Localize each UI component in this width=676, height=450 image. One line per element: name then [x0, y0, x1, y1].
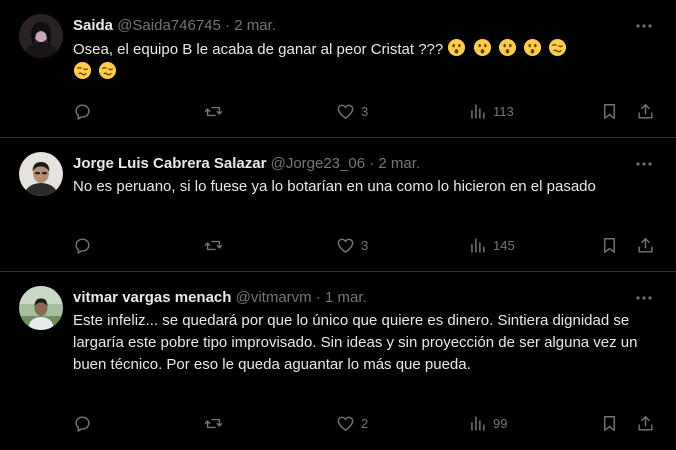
emoji-row: [73, 61, 119, 81]
reply-icon: [75, 103, 90, 120]
tweet-date[interactable]: 2 mar.: [234, 17, 276, 34]
avatar[interactable]: [19, 152, 63, 196]
tweet-text: No es peruano, si lo fuese ya lo botaría…: [73, 178, 596, 195]
view-count: 145: [493, 237, 515, 253]
woozy-face-emoji-icon: [549, 38, 567, 57]
tweet-date[interactable]: 1 mar.: [325, 289, 367, 306]
tweet-header: vitmar vargas menach @vitmarvm · 1 mar.: [73, 287, 636, 309]
repost-button[interactable]: [204, 235, 223, 255]
tweet-text: Osea, el equipo B le acaba de ganar al p…: [73, 38, 658, 84]
repost-button[interactable]: [204, 413, 223, 433]
avatar[interactable]: [19, 14, 63, 58]
more-options-icon[interactable]: [634, 18, 654, 34]
emoji-row: [447, 38, 569, 58]
repost-icon: [204, 240, 223, 250]
replies-feed: Saida @Saida746745 · 2 mar. Osea, el equ…: [0, 0, 676, 450]
astonished-face-emoji-icon: [498, 38, 516, 57]
like-button[interactable]: 3: [336, 101, 368, 121]
tweet-header: Saida @Saida746745 · 2 mar.: [73, 15, 636, 37]
like-count: 2: [361, 415, 369, 431]
reply-icon: [75, 415, 90, 432]
reply-button[interactable]: [73, 413, 92, 433]
tweet-header: Jorge Luis Cabrera Salazar @Jorge23_06 ·…: [73, 153, 636, 175]
views-button[interactable]: 99: [468, 413, 507, 433]
share-icon: [638, 103, 653, 119]
author-name[interactable]: Jorge Luis Cabrera Salazar: [73, 155, 266, 172]
tweet-date[interactable]: 2 mar.: [378, 155, 420, 172]
views-chart-icon: [471, 237, 485, 253]
reply-icon: [75, 237, 90, 254]
views-button[interactable]: 113: [468, 101, 514, 121]
author-handle[interactable]: @Saida746745: [117, 17, 221, 34]
bookmark-icon: [604, 415, 615, 431]
separator: ·: [369, 155, 375, 172]
share-button[interactable]: [636, 101, 655, 121]
view-count: 99: [493, 415, 508, 431]
like-count: 3: [361, 103, 369, 119]
share-button[interactable]: [636, 413, 655, 433]
like-count: 3: [361, 237, 369, 253]
share-icon: [638, 415, 653, 431]
astonished-face-emoji-icon: [473, 38, 491, 57]
share-icon: [638, 237, 653, 253]
more-options-icon[interactable]: [634, 290, 654, 306]
tweet-item[interactable]: vitmar vargas menach @vitmarvm · 1 mar. …: [0, 272, 676, 450]
bookmark-icon: [604, 103, 615, 119]
astonished-face-emoji-icon: [448, 38, 466, 57]
author-handle[interactable]: @vitmarvm: [236, 289, 312, 306]
woozy-face-emoji-icon: [73, 61, 92, 80]
bookmark-button[interactable]: [600, 235, 619, 255]
avatar[interactable]: [19, 286, 63, 330]
author-name[interactable]: Saida: [73, 17, 113, 34]
heart-icon: [337, 416, 354, 431]
tweet-item[interactable]: Saida @Saida746745 · 2 mar. Osea, el equ…: [0, 0, 676, 137]
bookmark-button[interactable]: [600, 413, 619, 433]
repost-icon: [204, 106, 223, 116]
tweet-item[interactable]: Jorge Luis Cabrera Salazar @Jorge23_06 ·…: [0, 138, 676, 271]
view-count: 113: [493, 103, 514, 119]
reply-button[interactable]: [73, 101, 92, 121]
reply-button[interactable]: [73, 235, 92, 255]
separator: ·: [225, 17, 231, 34]
more-options-icon[interactable]: [634, 156, 654, 172]
bookmark-icon: [604, 237, 615, 253]
heart-icon: [337, 238, 354, 253]
tweet-actions: 3 145: [73, 235, 656, 255]
views-chart-icon: [471, 415, 485, 431]
views-button[interactable]: 145: [468, 235, 515, 255]
views-chart-icon: [471, 103, 485, 119]
repost-icon: [204, 418, 223, 428]
like-button[interactable]: 3: [336, 235, 368, 255]
author-handle[interactable]: @Jorge23_06: [271, 155, 365, 172]
bookmark-button[interactable]: [600, 101, 619, 121]
repost-button[interactable]: [204, 101, 223, 121]
tweet-actions: 2 99: [73, 413, 656, 433]
astonished-face-emoji-icon: [523, 38, 541, 57]
separator: ·: [315, 289, 321, 306]
like-button[interactable]: 2: [336, 413, 368, 433]
woozy-face-emoji-icon: [99, 61, 117, 80]
tweet-body: Osea, el equipo B le acaba de ganar al p…: [73, 41, 444, 58]
author-name[interactable]: vitmar vargas menach: [73, 289, 231, 306]
tweet-actions: 3 113: [73, 101, 656, 121]
tweet-text: Este infeliz... se quedará por que lo ún…: [73, 312, 638, 373]
heart-icon: [337, 104, 354, 119]
share-button[interactable]: [636, 235, 655, 255]
